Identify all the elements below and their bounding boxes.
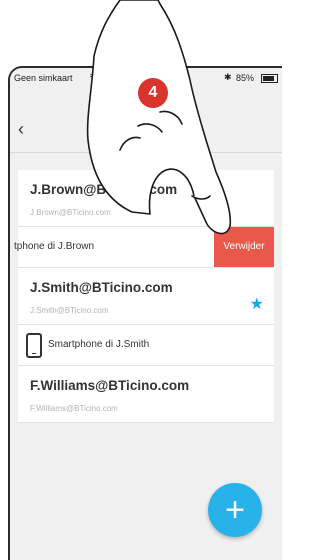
smartphone-icon [26,333,42,358]
list-item-user[interactable]: J.Brown@BTicino.com J.Brown@BTicino.com [18,170,274,227]
battery-percent: 85% [236,73,255,83]
user-email: J.Smith@BTicino.com [30,280,173,295]
step-badge: 4 [138,78,168,108]
list-item-device[interactable]: Smartphone di J.Smith [18,325,274,366]
carrier-label: Geen simkaart [14,73,73,83]
user-subtitle: J.Smith@BTicino.com [30,306,109,315]
device-name: tphone di J.Brown [14,241,95,252]
list-item-device[interactable]: tphone di J.Brown Verwijder [14,227,274,268]
star-icon[interactable]: ★ [250,294,264,314]
delete-button[interactable]: Verwijder [214,227,274,267]
device-name: Smartphone di J.Smith [48,339,150,350]
bluetooth-icon: ✱ [224,72,232,82]
wifi-icon: ≈ [90,71,96,82]
page-title: GEBRUIKERS [90,123,196,140]
user-email: J.Brown@BTicino.com [30,182,178,197]
list-item-user[interactable]: J.Smith@BTicino.com J.Smith@BTicino.com … [18,268,274,325]
user-list: J.Brown@BTicino.com J.Brown@BTicino.com … [14,170,274,423]
plus-icon: + [225,491,245,529]
user-subtitle: F.Williams@BTicino.com [30,404,118,413]
back-button[interactable]: ‹ [18,120,24,138]
list-item-user[interactable]: F.Williams@BTicino.com F.Williams@BTicin… [18,366,274,423]
user-email: F.Williams@BTicino.com [30,378,190,393]
user-subtitle: J.Brown@BTicino.com [30,208,111,217]
battery-icon [261,74,278,83]
add-button[interactable]: + [208,483,262,537]
